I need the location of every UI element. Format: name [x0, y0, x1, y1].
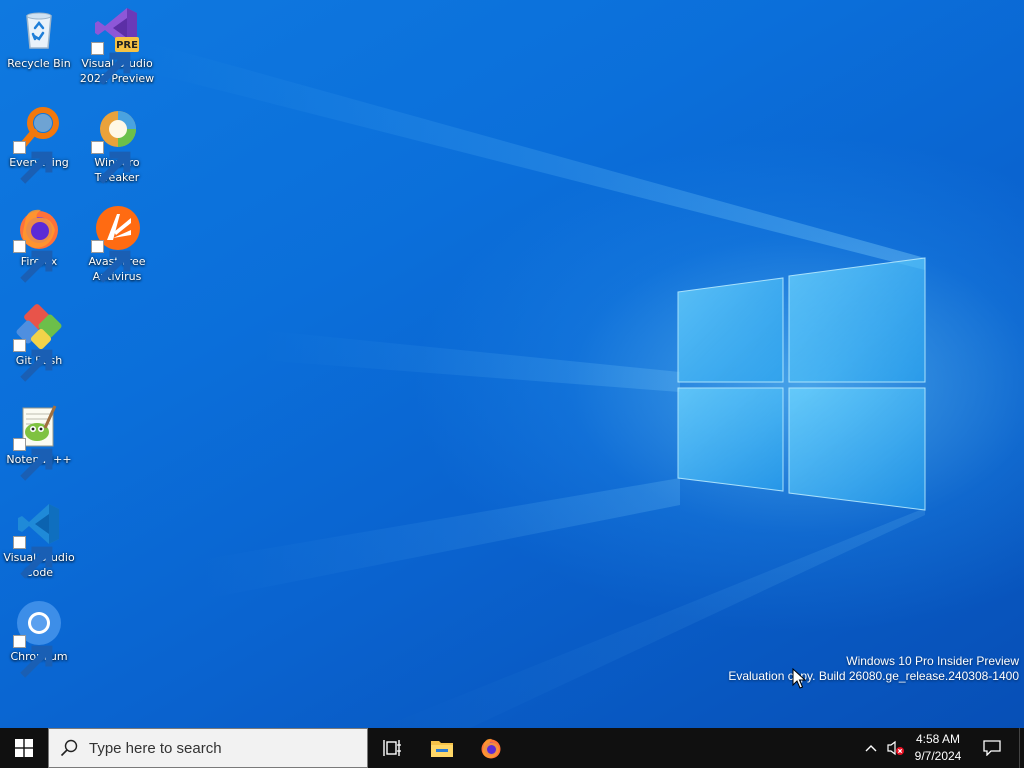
firefox-icon	[481, 738, 501, 759]
shortcut-arrow-icon	[91, 240, 131, 283]
desktop-icon-vscode[interactable]: Visual Studio Code	[0, 500, 79, 580]
task-view-button[interactable]	[370, 728, 416, 768]
desktop-icon-firefox[interactable]: Firefox	[0, 204, 79, 283]
desktop-icon-recycle-bin[interactable]: Recycle Bin	[0, 6, 79, 71]
shortcut-arrow-icon	[13, 240, 53, 283]
visual-studio-preview-icon: PRE	[91, 6, 141, 85]
vscode-icon	[13, 500, 63, 579]
windows-logo-wallpaper	[677, 257, 926, 511]
volume-muted-icon	[887, 740, 904, 756]
chevron-up-icon	[865, 745, 877, 752]
git-bash-icon	[13, 303, 63, 382]
firefox-taskbar-button[interactable]	[468, 728, 514, 768]
clock-time: 4:58 AM	[915, 732, 961, 746]
winaero-tweaker-icon	[91, 105, 141, 184]
mouse-cursor-icon	[792, 668, 806, 689]
recycle-bin-icon	[15, 6, 63, 54]
shortcut-arrow-icon	[13, 635, 53, 678]
desktop-icon-everything[interactable]: Everything	[0, 105, 79, 184]
windows-watermark: Windows 10 Pro Insider Preview Evaluatio…	[728, 654, 1019, 684]
clock-date: 9/7/2024	[914, 749, 962, 763]
desktop-icon-avast[interactable]: Avast Free Antivirus	[77, 204, 157, 284]
action-center-icon	[983, 740, 1001, 756]
notepad-plus-plus-icon	[13, 402, 63, 481]
everything-search-icon	[13, 105, 63, 184]
taskbar-search-box[interactable]: Type here to search	[48, 728, 368, 768]
start-button[interactable]	[0, 728, 48, 768]
watermark-edition: Windows 10 Pro Insider Preview	[846, 654, 1019, 668]
action-center-button[interactable]	[975, 728, 1009, 768]
search-placeholder: Type here to search	[89, 739, 222, 757]
windows-start-icon	[15, 739, 33, 757]
show-desktop-button[interactable]	[1019, 728, 1024, 768]
shortcut-arrow-icon	[91, 42, 131, 85]
taskbar-clock[interactable]: 4:58 AM 9/7/2024	[908, 728, 968, 768]
desktop-icon-winaero-tweaker[interactable]: Winaero Tweaker	[77, 105, 157, 185]
file-explorer-button[interactable]	[419, 728, 465, 768]
taskbar: Type here to search 4:58 AM 9/7/2024	[0, 728, 1024, 768]
desktop-icon-git-bash[interactable]: Git Bash	[0, 303, 79, 382]
shortcut-arrow-icon	[13, 438, 53, 481]
show-hidden-icons-button[interactable]	[860, 728, 882, 768]
shortcut-arrow-icon	[13, 339, 53, 382]
avast-icon	[91, 204, 141, 283]
desktop[interactable]: Recycle Bin Everything Firefox Git Bash …	[0, 0, 1024, 728]
file-explorer-icon	[431, 741, 453, 757]
volume-button[interactable]	[884, 728, 908, 768]
watermark-build: Evaluation copy. Build 26080.ge_release.…	[728, 669, 1019, 683]
firefox-icon	[13, 204, 63, 283]
task-view-icon	[383, 740, 401, 756]
desktop-icon-notepad-plus-plus[interactable]: Notepad++	[0, 402, 79, 481]
desktop-icon-chromium[interactable]: Chromium	[0, 599, 79, 678]
shortcut-arrow-icon	[91, 141, 131, 184]
desktop-icon-label: Recycle Bin	[7, 57, 71, 70]
shortcut-arrow-icon	[13, 141, 53, 184]
chromium-icon	[13, 599, 63, 678]
desktop-icon-visual-studio-preview[interactable]: PRE Visual Studio 2022 Preview	[77, 6, 157, 86]
search-icon	[60, 739, 78, 757]
shortcut-arrow-icon	[13, 536, 53, 579]
